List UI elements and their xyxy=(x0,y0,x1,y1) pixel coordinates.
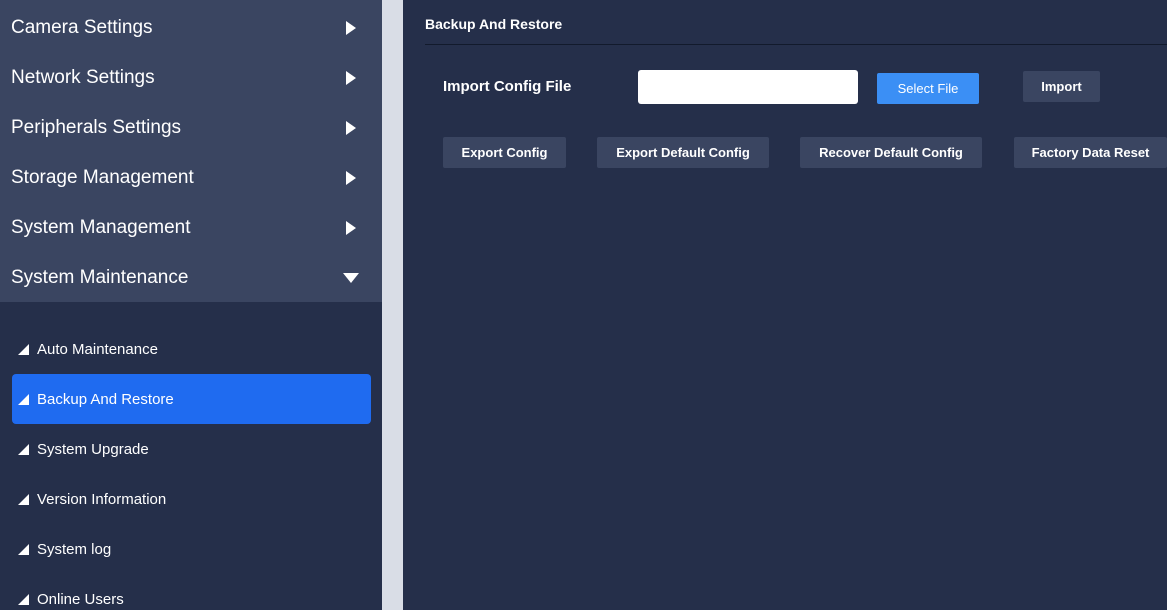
chevron-down-icon xyxy=(343,273,359,283)
menu-item-system-maintenance[interactable]: System Maintenance xyxy=(0,253,382,303)
triangle-icon xyxy=(18,344,29,355)
main-content: Backup And Restore Import Config File Se… xyxy=(403,0,1167,610)
chevron-right-icon xyxy=(346,71,356,85)
sub-item-label: Backup And Restore xyxy=(37,390,174,408)
chevron-right-icon xyxy=(346,221,356,235)
menu-item-camera-settings[interactable]: Camera Settings xyxy=(0,3,382,53)
menu-item-label: Peripherals Settings xyxy=(11,117,182,138)
export-default-config-button[interactable]: Export Default Config xyxy=(597,137,769,168)
menu-item-peripherals-settings[interactable]: Peripherals Settings xyxy=(0,103,382,153)
triangle-icon xyxy=(18,444,29,455)
config-file-input[interactable] xyxy=(638,70,858,104)
triangle-icon xyxy=(18,544,29,555)
sub-item-auto-maintenance[interactable]: Auto Maintenance xyxy=(12,324,371,374)
export-config-button[interactable]: Export Config xyxy=(443,137,566,168)
factory-data-reset-button[interactable]: Factory Data Reset xyxy=(1014,137,1167,168)
triangle-icon xyxy=(18,494,29,505)
sidebar: Camera Settings Network Settings Periphe… xyxy=(0,0,382,610)
chevron-right-icon xyxy=(346,121,356,135)
sub-item-label: Version Information xyxy=(37,490,167,508)
import-button[interactable]: Import xyxy=(1023,71,1100,102)
triangle-icon xyxy=(18,594,29,605)
sub-item-label: Online Users xyxy=(37,590,124,608)
menu-item-network-settings[interactable]: Network Settings xyxy=(0,53,382,103)
app-window: Camera Settings Network Settings Periphe… xyxy=(0,0,1167,610)
chevron-right-icon xyxy=(346,171,356,185)
triangle-icon xyxy=(18,394,29,405)
menu-item-label: System Management xyxy=(11,217,191,238)
sidebar-divider[interactable] xyxy=(382,0,403,610)
sub-menu: Auto Maintenance Backup And Restore Syst… xyxy=(0,302,382,610)
menu-item-label: Network Settings xyxy=(11,67,155,88)
import-config-label: Import Config File xyxy=(443,78,572,95)
chevron-right-icon xyxy=(346,21,356,35)
menu-item-label: Storage Management xyxy=(11,167,194,188)
page-title: Backup And Restore xyxy=(425,0,1167,45)
sub-item-backup-and-restore[interactable]: Backup And Restore xyxy=(12,374,371,424)
menu-item-label: Camera Settings xyxy=(11,17,153,38)
menu-item-system-management[interactable]: System Management xyxy=(0,203,382,253)
sub-item-system-log[interactable]: System log xyxy=(12,524,371,574)
sub-item-system-upgrade[interactable]: System Upgrade xyxy=(12,424,371,474)
sub-item-version-information[interactable]: Version Information xyxy=(12,474,371,524)
select-file-button[interactable]: Select File xyxy=(877,73,979,104)
sub-item-online-users[interactable]: Online Users xyxy=(12,574,371,610)
sub-item-label: System Upgrade xyxy=(37,440,149,458)
main-menu: Camera Settings Network Settings Periphe… xyxy=(0,0,382,302)
recover-default-config-button[interactable]: Recover Default Config xyxy=(800,137,982,168)
sub-item-label: System log xyxy=(37,540,112,558)
menu-item-storage-management[interactable]: Storage Management xyxy=(0,153,382,203)
menu-item-label: System Maintenance xyxy=(11,267,189,288)
sub-item-label: Auto Maintenance xyxy=(37,340,158,358)
